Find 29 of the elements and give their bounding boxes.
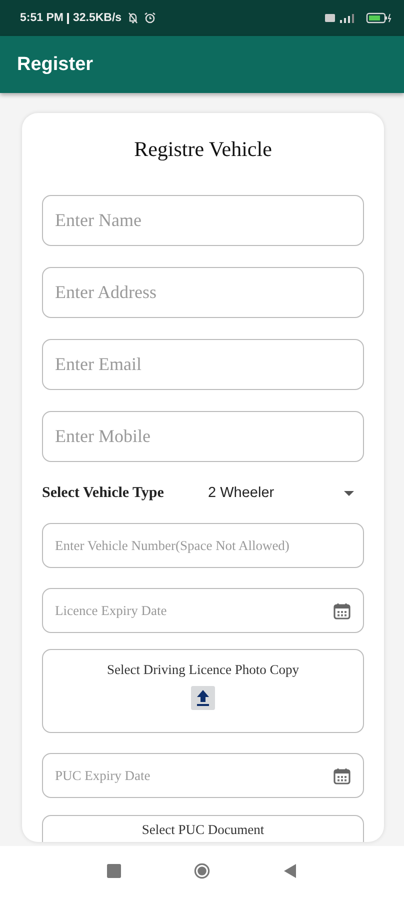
alarm-icon [144, 12, 156, 24]
input-field[interactable]: Enter Email [42, 339, 364, 390]
input-field[interactable]: Enter Mobile [42, 411, 364, 462]
form-title: Registre Vehicle [133, 137, 273, 162]
app-bar-title: Register [17, 54, 94, 76]
upload-icon [191, 686, 215, 710]
network-speed: 32.5KB/s [72, 12, 122, 24]
input-field[interactable]: Enter Name [42, 195, 364, 246]
date-field[interactable]: Licence Expiry Date [42, 588, 364, 633]
input-field[interactable]: Enter Address [42, 267, 364, 318]
battery-charging-icon [366, 12, 392, 24]
upload-label: Select PUC Document [142, 822, 264, 838]
recents-button[interactable] [106, 863, 122, 879]
date-field[interactable]: PUC Expiry Date [42, 753, 364, 798]
home-button[interactable] [194, 863, 210, 879]
status-time: 5:51 PM [20, 12, 64, 24]
vehicle-type-label: Select Vehicle Type [42, 484, 165, 502]
upload-area[interactable]: Select PUC Document [42, 815, 364, 842]
input-field[interactable]: Enter Vehicle Number(Space Not Allowed) [42, 523, 364, 568]
caret-icon [344, 490, 354, 496]
bell-off-icon [126, 12, 139, 24]
upload-label: Select Driving Licence Photo Copy [107, 662, 299, 678]
vehicle-type-dropdown[interactable]: 2 Wheeler [208, 479, 364, 507]
calendar-icon [333, 602, 351, 620]
sim-icon [324, 12, 336, 24]
status-separator [67, 12, 69, 24]
back-button[interactable] [282, 863, 298, 879]
calendar-icon [333, 766, 351, 784]
upload-area[interactable]: Select Driving Licence Photo Copy [42, 649, 364, 733]
